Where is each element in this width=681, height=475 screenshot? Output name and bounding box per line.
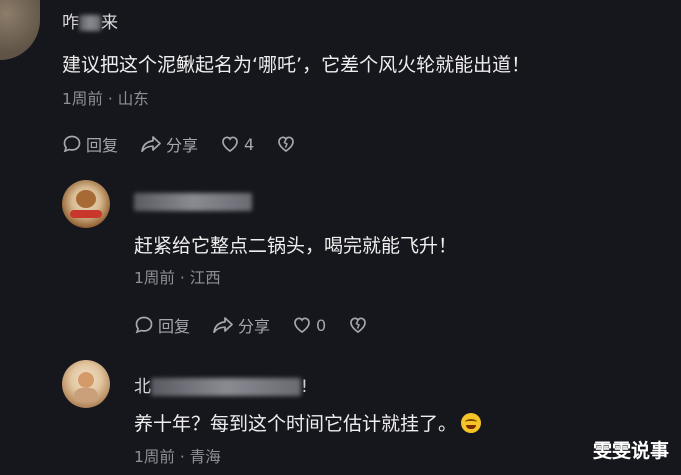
avatar-detail [74,388,98,402]
meta-separator: · [179,269,185,287]
comment-meta: 1周前 · 山东 [62,87,149,109]
username[interactable]: 北! [134,372,308,397]
comment-meta: 1周前 · 江西 [134,266,221,288]
comment-meta: 1周前 · 青海 [134,445,221,467]
heart-icon [294,317,310,334]
avatar[interactable] [0,0,40,60]
reply-bubble-icon [63,135,81,153]
username[interactable] [134,192,252,212]
username-blur [134,193,252,211]
avatar-detail [78,372,94,388]
comment-time: 1周前 [62,90,103,108]
reply-button[interactable]: 回复 [62,132,118,156]
share-arrow-icon [141,136,161,153]
comment-thread: 咋来 建议把这个泥鳅起名为‘哪吒’，它差个风火轮就能出道！ 1周前 · 山东 回… [0,0,681,475]
username-blur [79,15,101,31]
comment-text: 建议把这个泥鳅起名为‘哪吒’，它差个风火轮就能出道！ [62,54,531,76]
avatar[interactable] [62,360,110,408]
broken-heart-icon [350,317,367,334]
comment-text: 养十年？每到这个时间它估计就挂了。 [134,409,482,436]
comment-location: 山东 [117,90,149,108]
username-blur [151,378,301,396]
share-button[interactable]: 分享 [212,313,270,337]
reply-button[interactable]: 回复 [134,313,190,337]
reply-bubble-icon [135,316,153,334]
like-count: 0 [316,315,327,335]
heart-icon [222,136,238,153]
like-button[interactable]: 0 [292,315,326,335]
share-arrow-icon [213,317,233,334]
dislike-button[interactable] [348,315,372,335]
share-button[interactable]: 分享 [140,132,198,156]
comment-actions: 回复 分享 4 [62,132,300,156]
avatar-detail [76,190,96,208]
watermark: 雯雯说事 [592,440,669,462]
broken-heart-icon [278,136,295,153]
like-button[interactable]: 4 [220,134,254,154]
avatar-detail [70,210,102,218]
meta-separator: · [107,90,113,108]
meta-separator: · [179,448,185,466]
username[interactable]: 咋来 [62,8,118,33]
comment-location: 江西 [189,269,221,287]
comment-time: 1周前 [134,448,175,466]
dislike-button[interactable] [276,134,300,154]
comment-text: 赶紧给它整点二锅头，喝完就能飞升！ [134,235,458,257]
comment-location: 青海 [189,448,221,466]
avatar[interactable] [62,180,110,228]
comment-actions: 回复 分享 0 [134,313,372,337]
comment-time: 1周前 [134,269,175,287]
like-count: 4 [244,134,255,154]
laughing-tears-emoji-icon [461,413,482,433]
